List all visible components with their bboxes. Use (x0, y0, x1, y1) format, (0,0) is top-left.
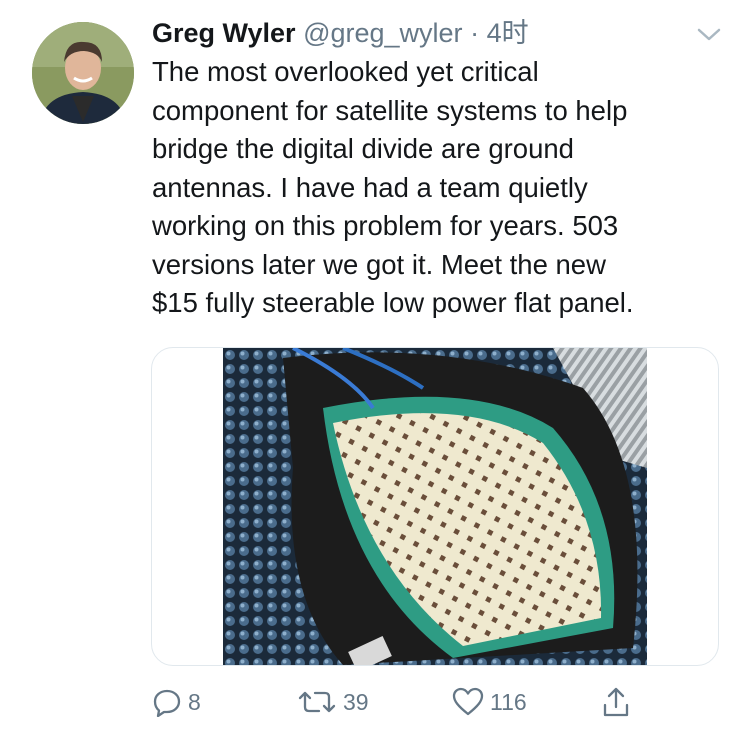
chevron-down-icon (697, 28, 721, 41)
retweet-count: 39 (343, 688, 369, 715)
reply-count: 8 (188, 688, 201, 715)
like-count: 116 (490, 688, 527, 715)
share-icon (603, 687, 629, 717)
reply-icon (153, 689, 181, 717)
author-avatar[interactable] (32, 22, 134, 124)
like-button[interactable]: 116 (452, 680, 527, 724)
heart-icon (452, 687, 484, 716)
tweet-actions: 8 39 116 (0, 680, 750, 730)
tweet-header: Greg Wyler @greg_wyler · 4时 (152, 16, 529, 50)
author-name[interactable]: Greg Wyler (152, 18, 296, 48)
tweet-menu-button[interactable] (695, 20, 723, 48)
antenna-photo (223, 348, 647, 665)
retweet-icon (298, 691, 336, 713)
share-button[interactable] (601, 680, 631, 724)
tweet-media[interactable] (151, 347, 719, 666)
author-handle[interactable]: @greg_wyler (303, 18, 462, 48)
avatar-photo (32, 22, 134, 124)
tweet-time[interactable]: 4时 (487, 18, 529, 48)
separator-dot: · (470, 18, 480, 48)
tweet-text: The most overlooked yet critical compone… (152, 56, 634, 318)
reply-button[interactable]: 8 (152, 680, 201, 724)
retweet-button[interactable]: 39 (297, 680, 369, 724)
